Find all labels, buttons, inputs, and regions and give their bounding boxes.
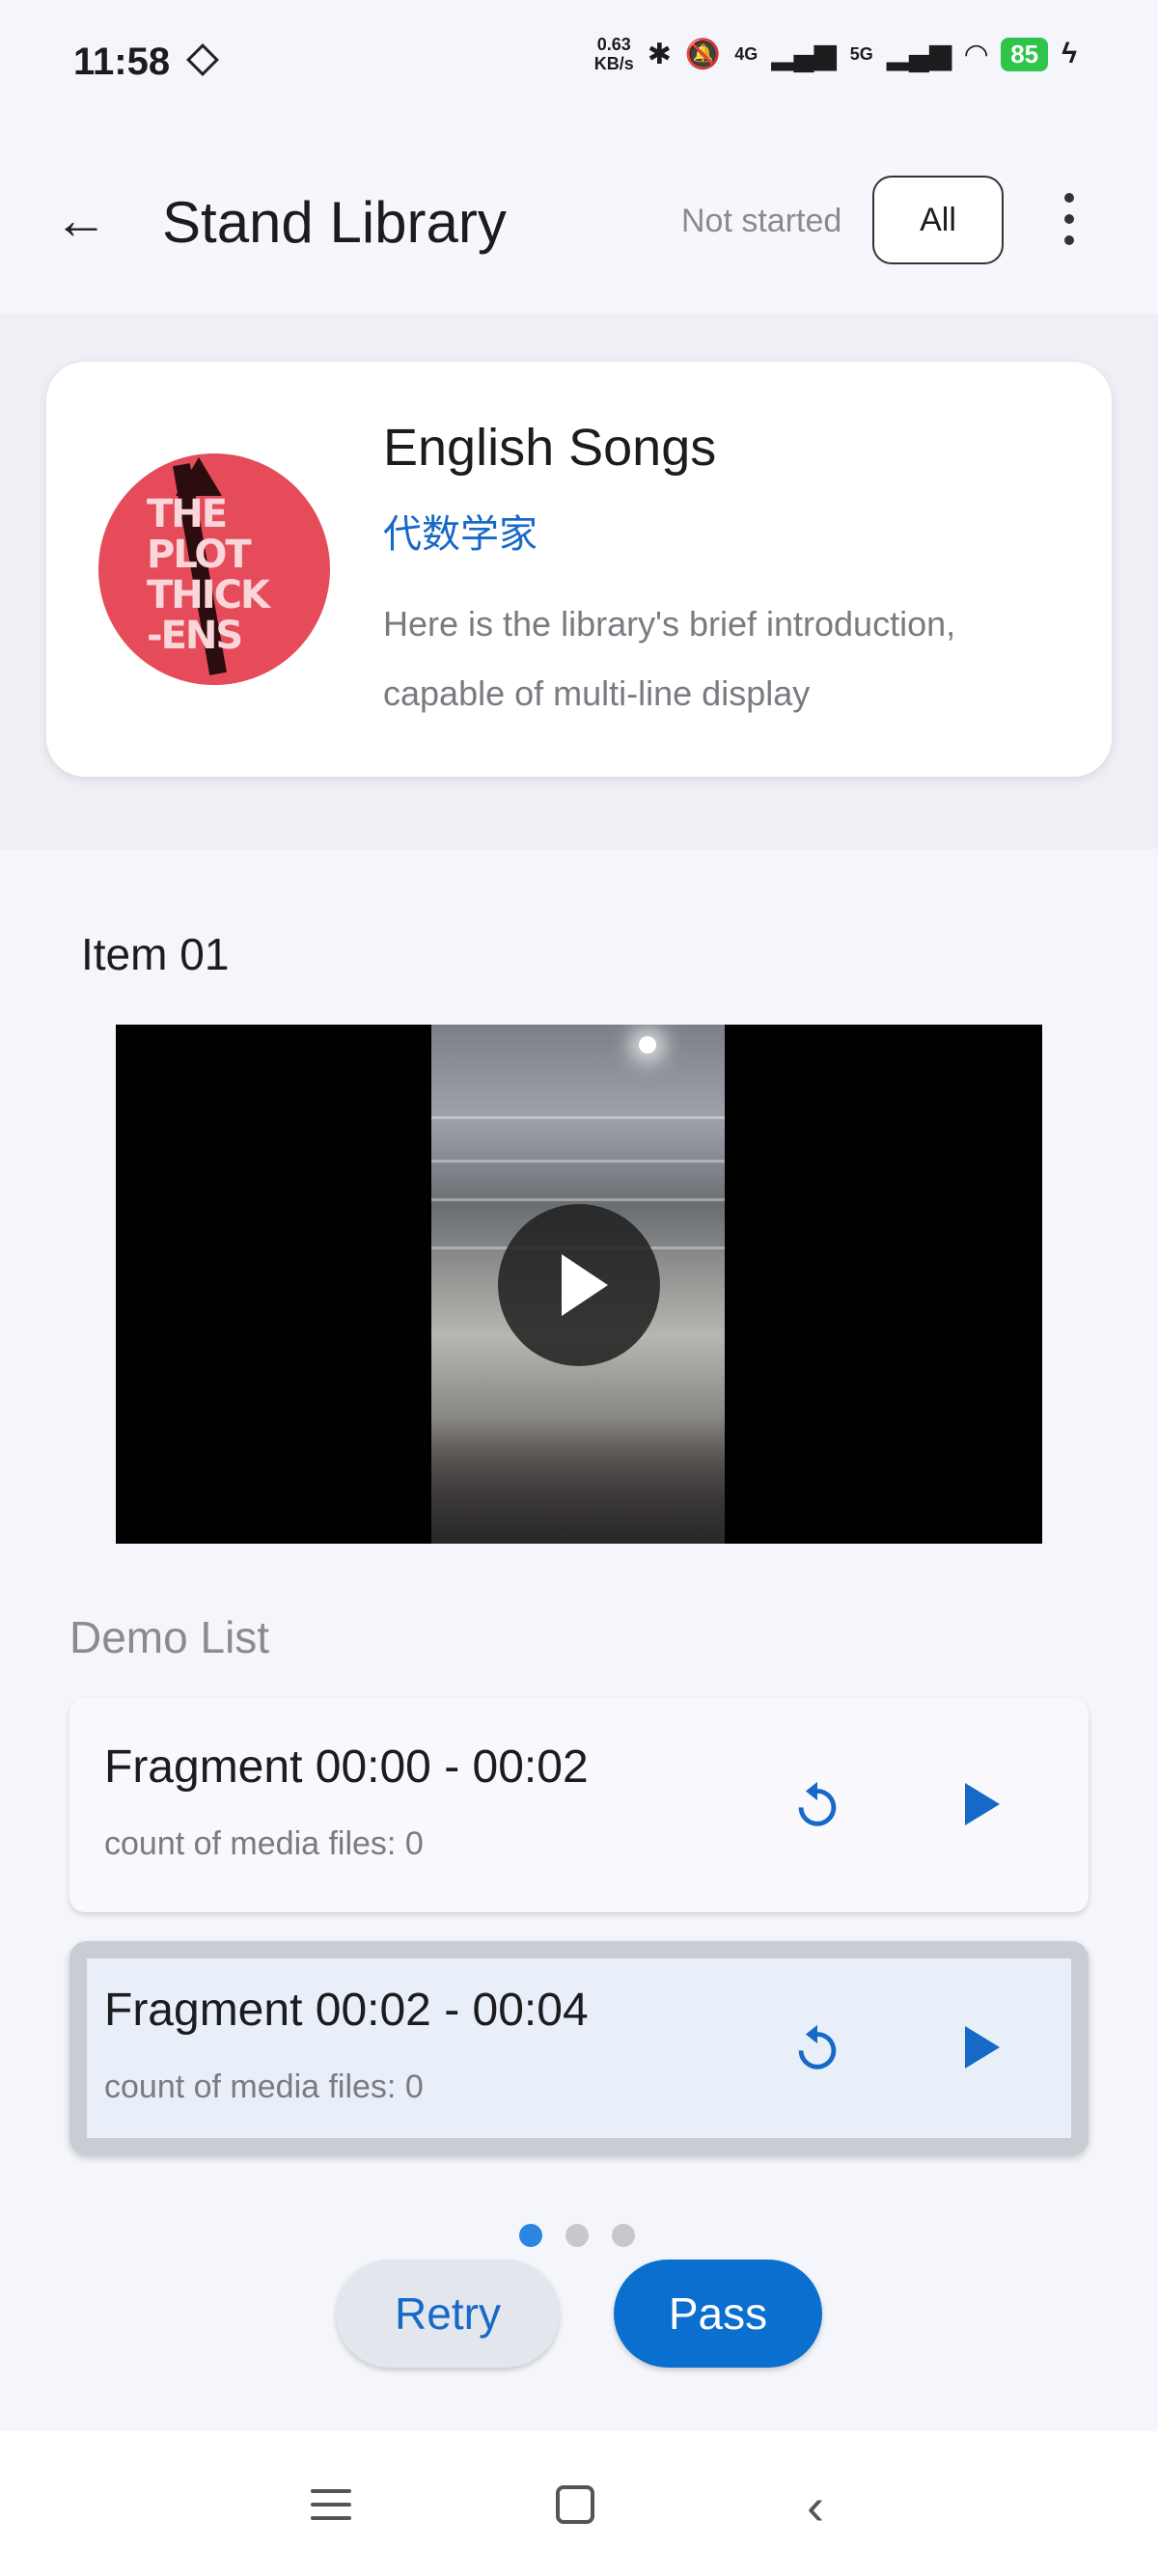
page-dot[interactable] [612, 2224, 635, 2247]
library-card: THE PLOT THICK -ENS English Songs 代数学家 H… [46, 362, 1112, 777]
page-title: Stand Library [162, 190, 507, 255]
app-bar: ← Stand Library Not started All [0, 125, 1158, 314]
back-arrow-icon[interactable]: ← [54, 193, 108, 247]
replay-icon[interactable] [789, 2020, 845, 2076]
network-5g-label: 5G [849, 43, 873, 64]
charging-icon: ϟ [1062, 38, 1077, 69]
status-bar: 11:58 0.63 KB/s ✱ 🔕 4G ▂▄▆ 5G ▂▄▆ ◠ 85 ϟ [0, 0, 1158, 125]
network-4g-label: 4G [734, 43, 758, 64]
signal-icon-2: ▂▄▆ [886, 38, 952, 70]
menu-icon[interactable] [311, 2489, 351, 2530]
video-player[interactable] [116, 1025, 1042, 1544]
more-vert-icon[interactable] [1062, 193, 1077, 257]
notification-icon [186, 43, 219, 76]
video-play-button[interactable] [498, 1204, 660, 1366]
fragment-name: Fragment 00:00 - 00:02 [104, 1741, 589, 1793]
wifi-icon: ◠ [965, 38, 988, 70]
net-speed: 0.63 KB/s [593, 35, 634, 73]
signal-icon: ▂▄▆ [771, 38, 837, 70]
fragment-name: Fragment 00:02 - 00:04 [104, 1985, 589, 2036]
replay-icon[interactable] [789, 1777, 845, 1833]
mute-icon: 🔕 [684, 38, 722, 70]
library-name: English Songs [383, 419, 717, 477]
page-indicator [519, 2224, 635, 2247]
library-author[interactable]: 代数学家 [383, 503, 538, 559]
battery-level: 85 [1001, 37, 1049, 71]
home-icon[interactable] [556, 2485, 594, 2524]
status-time: 11:58 [73, 41, 171, 83]
system-nav-bar: ‹ [0, 2431, 1158, 2576]
fragment-count: count of media files: 0 [104, 2069, 424, 2105]
fragment-item[interactable]: Fragment 00:00 - 00:02 count of media fi… [69, 1698, 1089, 1912]
library-cover-image: THE PLOT THICK -ENS [98, 453, 330, 685]
play-icon[interactable] [965, 1783, 1000, 1825]
library-header: THE PLOT THICK -ENS English Songs 代数学家 H… [0, 314, 1158, 849]
filter-status-label: Not started [681, 203, 842, 239]
retry-button[interactable]: Retry [336, 2260, 560, 2368]
filter-all-button[interactable]: All [872, 176, 1004, 264]
nav-back-icon[interactable]: ‹ [807, 2480, 824, 2533]
pass-button[interactable]: Pass [614, 2260, 822, 2368]
status-icons: 0.63 KB/s ✱ 🔕 4G ▂▄▆ 5G ▂▄▆ ◠ 85 ϟ [594, 35, 1077, 73]
library-intro: Here is the library's brief introduction… [383, 604, 956, 713]
item-title: Item 01 [81, 929, 230, 979]
bluetooth-icon: ✱ [647, 38, 672, 70]
fragment-item-selected[interactable]: Fragment 00:02 - 00:04 count of media fi… [69, 1941, 1089, 2155]
demo-list-label: Demo List [69, 1612, 270, 1662]
fragment-count: count of media files: 0 [104, 1825, 424, 1862]
page-dot[interactable] [565, 2224, 589, 2247]
play-icon[interactable] [965, 2026, 1000, 2069]
page-dot-active[interactable] [519, 2224, 542, 2247]
